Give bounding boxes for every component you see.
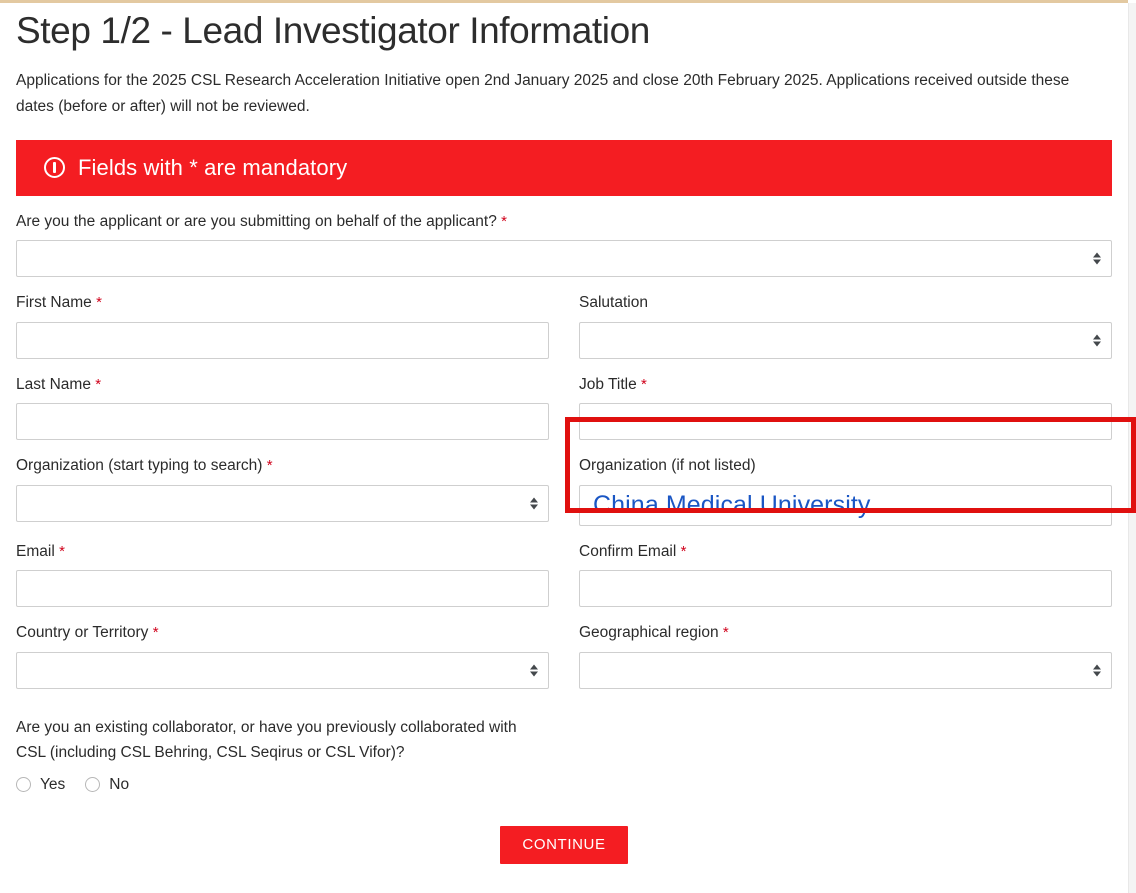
geographical-region-select-wrap[interactable] bbox=[579, 651, 1112, 689]
label-organization-search-text: Organization (start typing to search) bbox=[16, 457, 263, 475]
intro-paragraph: Applications for the 2025 CSL Research A… bbox=[16, 71, 1070, 115]
label-last-name-text: Last Name bbox=[16, 375, 91, 393]
field-salutation: Salutation bbox=[579, 291, 1112, 359]
radio-label-yes: Yes bbox=[40, 775, 66, 793]
organization-other-input[interactable] bbox=[579, 484, 1112, 526]
label-email-text: Email bbox=[16, 542, 55, 560]
radio-option-yes[interactable]: Yes bbox=[16, 776, 65, 794]
exclamation-circle-icon bbox=[44, 157, 65, 179]
mandatory-banner-text: Fields with * are mandatory bbox=[78, 154, 348, 180]
field-first-name: First Name * bbox=[16, 291, 549, 359]
page-title: Step 1/2 - Lead Investigator Information bbox=[16, 10, 650, 51]
applicant-role-select[interactable] bbox=[16, 240, 1112, 278]
first-name-input[interactable] bbox=[16, 321, 549, 359]
salutation-select[interactable] bbox=[579, 321, 1112, 359]
field-last-name: Last Name * bbox=[16, 373, 549, 441]
salutation-select-wrap[interactable] bbox=[579, 321, 1112, 359]
field-organization-search: Organization (start typing to search) * bbox=[16, 454, 549, 525]
required-marker: * bbox=[680, 542, 687, 560]
applicant-role-select-wrap[interactable] bbox=[16, 240, 1112, 278]
application-form-page: Step 1/2 - Lead Investigator Information… bbox=[0, 3, 1136, 893]
required-marker: * bbox=[641, 375, 647, 393]
label-confirm-email: Confirm Email * bbox=[579, 540, 1112, 564]
label-country: Country or Territory * bbox=[16, 621, 549, 645]
mandatory-fields-banner: Fields with * are mandatory bbox=[16, 139, 1112, 196]
label-salutation-text: Salutation bbox=[579, 294, 648, 312]
required-marker: * bbox=[266, 457, 273, 475]
label-geographical-region-text: Geographical region bbox=[579, 624, 719, 641]
row-lastname-jobtitle: Last Name * Job Title * bbox=[16, 373, 1112, 445]
row-name-salutation: First Name * Salutation bbox=[16, 291, 1112, 363]
required-marker: * bbox=[152, 624, 159, 641]
label-applicant-role-text: Are you the applicant or are you submitt… bbox=[16, 212, 497, 230]
country-select-wrap[interactable] bbox=[16, 651, 549, 689]
label-last-name: Last Name * bbox=[16, 373, 549, 397]
label-organization-other: Organization (if not listed) bbox=[579, 454, 1112, 477]
field-organization-other: Organization (if not listed) bbox=[579, 454, 1112, 526]
field-email: Email * bbox=[16, 540, 549, 607]
form-actions: CONTINUE bbox=[16, 825, 1112, 864]
label-organization-other-text: Organization (if not listed) bbox=[579, 457, 756, 475]
organization-search-select[interactable] bbox=[16, 484, 549, 522]
country-select[interactable] bbox=[16, 651, 549, 689]
row-organization: Organization (start typing to search) * … bbox=[16, 454, 1112, 529]
collaborator-question: Are you an existing collaborator, or hav… bbox=[16, 718, 517, 761]
label-job-title-text: Job Title bbox=[579, 375, 637, 393]
required-marker: * bbox=[96, 294, 102, 312]
row-email: Email * Confirm Email * bbox=[16, 540, 1112, 612]
label-job-title: Job Title * bbox=[579, 373, 1112, 397]
radio-label-no: No bbox=[109, 775, 130, 793]
required-marker: * bbox=[59, 542, 65, 560]
field-country: Country or Territory * bbox=[16, 621, 549, 689]
radio-circle-icon[interactable] bbox=[85, 777, 101, 793]
field-confirm-email: Confirm Email * bbox=[579, 540, 1112, 607]
row-applicant-role: Are you the applicant or are you submitt… bbox=[16, 210, 1112, 282]
continue-button[interactable]: CONTINUE bbox=[500, 825, 628, 864]
label-first-name: First Name * bbox=[16, 291, 549, 315]
collaborator-radio-group: Yes No bbox=[16, 776, 1112, 794]
label-country-text: Country or Territory bbox=[16, 624, 149, 641]
last-name-input[interactable] bbox=[16, 403, 549, 441]
organization-search-select-wrap[interactable] bbox=[16, 484, 549, 522]
required-marker: * bbox=[722, 624, 729, 641]
label-email: Email * bbox=[16, 540, 549, 564]
field-job-title: Job Title * bbox=[579, 373, 1112, 441]
email-input[interactable] bbox=[16, 570, 549, 607]
label-applicant-role: Are you the applicant or are you submitt… bbox=[16, 210, 1112, 234]
field-geographical-region: Geographical region * bbox=[579, 621, 1112, 689]
form-fields: Are you the applicant or are you submitt… bbox=[16, 210, 1136, 693]
label-organization-search: Organization (start typing to search) * bbox=[16, 454, 549, 478]
required-marker: * bbox=[95, 375, 102, 393]
label-geographical-region: Geographical region * bbox=[579, 621, 1112, 645]
page-scrollbar[interactable] bbox=[1128, 3, 1136, 893]
radio-option-no[interactable]: No bbox=[85, 776, 129, 794]
field-applicant-role: Are you the applicant or are you submitt… bbox=[16, 210, 1112, 278]
row-location: Country or Territory * Geographical regi… bbox=[16, 621, 1112, 693]
job-title-input[interactable] bbox=[579, 403, 1112, 441]
confirm-email-input[interactable] bbox=[579, 570, 1112, 607]
label-confirm-email-text: Confirm Email bbox=[579, 542, 677, 560]
required-marker: * bbox=[501, 212, 507, 230]
label-first-name-text: First Name bbox=[16, 294, 92, 312]
radio-circle-icon[interactable] bbox=[16, 777, 31, 793]
geographical-region-select[interactable] bbox=[579, 651, 1112, 689]
label-salutation: Salutation bbox=[579, 291, 1112, 314]
